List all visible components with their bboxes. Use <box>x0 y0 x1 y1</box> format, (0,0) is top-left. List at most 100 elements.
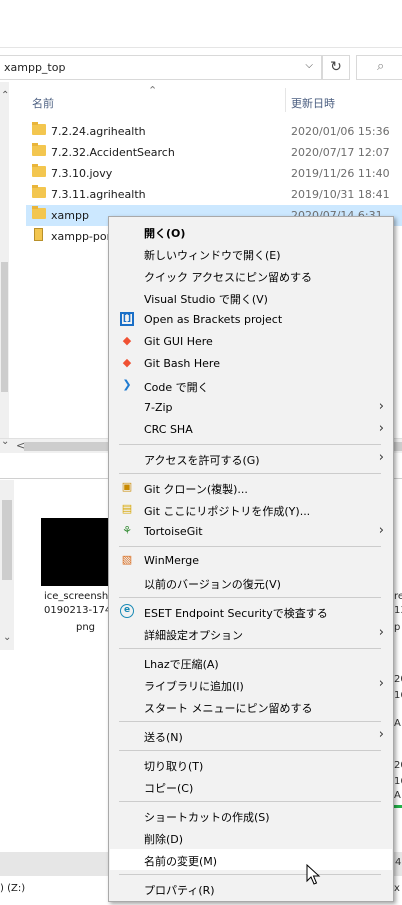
git-icon: ◆ <box>122 356 132 369</box>
scroll-up-icon[interactable]: ⌃ <box>1 90 9 101</box>
submenu-arrow-icon: › <box>378 450 384 465</box>
menu-item-label: プロパティ(R) <box>144 884 215 897</box>
menu-item-open-visual-studio[interactable]: Visual Studio で開く(V) <box>110 287 392 308</box>
column-header-date[interactable]: 更新日時 <box>291 95 335 111</box>
address-dropdown-icon[interactable]: ⌵ <box>305 60 313 71</box>
menu-separator <box>119 874 381 875</box>
menu-item-label: スタート メニューにピン留めする <box>144 702 313 715</box>
file-name: xampp-por <box>51 230 112 243</box>
menu-item-git-bash[interactable]: ◆ Git Bash Here <box>110 353 392 374</box>
menu-item-open[interactable]: 開く(O) <box>110 221 392 242</box>
search-icon[interactable]: ⌕ <box>377 59 384 74</box>
menu-item-label: WinMerge <box>144 554 199 567</box>
menu-item-label: Open as Brackets project <box>144 313 283 326</box>
menu-item-winmerge[interactable]: ▧ WinMerge <box>110 550 392 571</box>
menu-item-pin-quick-access[interactable]: クイック アクセスにピン留めする <box>110 265 392 286</box>
thumbnail-caption: 0190213-174 <box>44 605 112 616</box>
menu-item-label: コピー(C) <box>144 782 194 795</box>
menu-item-open-brackets[interactable]: [] Open as Brackets project <box>110 309 392 330</box>
menu-item-git-create-repo[interactable]: ▤ Git ここにリポジトリを作成(Y)... <box>110 499 392 520</box>
git-clone-icon: ▣ <box>121 480 133 493</box>
vertical-scrollbar[interactable] <box>0 480 14 650</box>
refresh-icon[interactable]: ↻ <box>322 55 350 80</box>
menu-item-open-code[interactable]: ❯ Code で開く <box>110 375 392 396</box>
edge-text: A <box>394 718 401 729</box>
menu-item-lhaz-compress[interactable]: Lhazで圧縮(A) <box>110 652 392 673</box>
file-name: 7.2.32.AccidentSearch <box>51 146 175 159</box>
menu-item-properties[interactable]: プロパティ(R) <box>110 878 392 899</box>
submenu-arrow-icon: › <box>378 421 384 436</box>
address-bar[interactable]: xampp_top ⌵ <box>0 55 322 80</box>
brackets-icon: [] <box>120 312 134 326</box>
winmerge-icon: ▧ <box>121 553 133 566</box>
menu-item-crc-sha[interactable]: CRC SHA › <box>110 419 392 440</box>
menu-item-label: CRC SHA <box>144 423 193 436</box>
file-date: 2019/11/26 11:40 <box>291 167 390 180</box>
menu-item-label: Visual Studio で開く(V) <box>144 293 268 306</box>
scroll-down-icon[interactable]: ⌄ <box>1 436 9 447</box>
file-row[interactable]: 7.3.11.agrihealth 2019/10/31 18:41 <box>26 184 402 205</box>
menu-item-label: Git ここにリポジトリを作成(Y)... <box>144 505 311 518</box>
eset-icon: e <box>120 604 134 618</box>
menu-item-send-to[interactable]: 送る(N) › <box>110 725 392 746</box>
vertical-scrollbar[interactable] <box>0 82 9 452</box>
menu-item-label: ショートカットの作成(S) <box>144 811 270 824</box>
menu-item-7zip[interactable]: 7-Zip › <box>110 397 392 418</box>
context-menu: 開く(O) 新しいウィンドウで開く(E) クイック アクセスにピン留めする Vi… <box>108 216 394 902</box>
menu-item-grant-access[interactable]: アクセスを許可する(G) › <box>110 448 392 469</box>
mouse-cursor-icon <box>306 864 321 885</box>
edge-text: x <box>394 883 400 894</box>
file-row[interactable]: 7.2.32.AccidentSearch 2020/07/17 12:07 <box>26 142 402 163</box>
menu-item-label: Git GUI Here <box>144 335 213 348</box>
menu-separator <box>119 648 381 649</box>
submenu-arrow-icon: › <box>378 676 384 691</box>
search-box[interactable]: ⌕ <box>356 55 402 80</box>
folder-icon <box>32 143 46 156</box>
zip-folder-icon <box>34 228 43 241</box>
menu-item-git-clone[interactable]: ▣ Git クローン(複製)... <box>110 477 392 498</box>
menu-item-create-shortcut[interactable]: ショートカットの作成(S) <box>110 805 392 826</box>
menu-item-label: 7-Zip <box>144 401 173 414</box>
menu-separator <box>119 473 381 474</box>
column-divider <box>285 88 286 112</box>
menu-item-advanced-options[interactable]: 詳細設定オプション › <box>110 623 392 644</box>
drive-label[interactable]: ) (Z:) <box>0 883 25 894</box>
menu-item-delete[interactable]: 削除(D) <box>110 827 392 848</box>
menu-item-label: 送る(N) <box>144 731 183 744</box>
menu-separator <box>119 721 381 722</box>
scrollbar-thumb[interactable] <box>1 262 8 392</box>
menu-item-label: 名前の変更(M) <box>144 855 218 868</box>
menu-separator <box>119 444 381 445</box>
menu-separator <box>119 546 381 547</box>
menu-item-restore-previous[interactable]: 以前のバージョンの復元(V) <box>110 572 392 593</box>
file-row[interactable]: 7.2.24.agrihealth 2020/01/06 15:36 <box>26 121 402 142</box>
edge-text: 16 <box>394 690 402 701</box>
menu-item-label: Git Bash Here <box>144 357 220 370</box>
menu-item-git-gui[interactable]: ◆ Git GUI Here <box>110 331 392 352</box>
thumbnail-caption-right: 13 <box>394 605 402 616</box>
folder-icon <box>32 206 46 219</box>
column-header-name[interactable]: 名前 <box>32 95 54 111</box>
menu-item-tortoisegit[interactable]: ⚘ TortoiseGit › <box>110 521 392 542</box>
menu-item-pin-start[interactable]: スタート メニューにピン留めする <box>110 696 392 717</box>
image-thumbnail[interactable] <box>41 518 111 586</box>
explorer-top-bar <box>0 0 402 48</box>
file-date: 2019/10/31 18:41 <box>291 188 390 201</box>
menu-item-open-new-window[interactable]: 新しいウィンドウで開く(E) <box>110 243 392 264</box>
scrollbar-thumb[interactable] <box>2 500 12 580</box>
scroll-down-icon[interactable]: ⌄ <box>3 632 11 643</box>
git-icon: ◆ <box>122 334 132 347</box>
menu-item-copy[interactable]: コピー(C) <box>110 776 392 797</box>
vscode-icon: ❯ <box>122 378 132 391</box>
file-date: 2020/07/17 12:07 <box>291 146 390 159</box>
menu-item-cut[interactable]: 切り取り(T) <box>110 754 392 775</box>
menu-item-label: アクセスを許可する(G) <box>144 454 260 467</box>
menu-item-rename[interactable]: 名前の変更(M) <box>110 849 392 870</box>
menu-item-label: 新しいウィンドウで開く(E) <box>144 249 281 262</box>
menu-item-add-to-library[interactable]: ライブラリに追加(I) › <box>110 674 392 695</box>
file-row[interactable]: 7.3.10.jovy 2019/11/26 11:40 <box>26 163 402 184</box>
thumbnail-caption-right: p <box>394 622 401 633</box>
thumbnail-caption: png <box>76 622 96 633</box>
menu-item-eset-scan[interactable]: e ESET Endpoint Securityで検査する <box>110 601 392 622</box>
edge-text: A <box>394 790 401 801</box>
